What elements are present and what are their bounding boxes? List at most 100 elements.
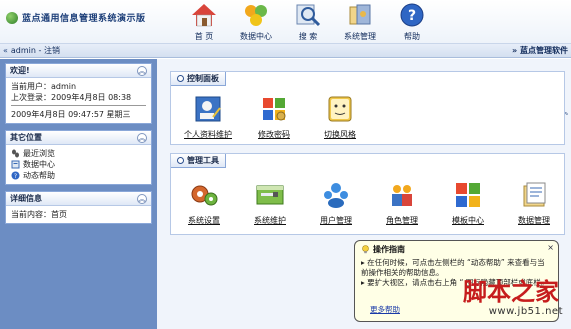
welcome-body: 当前用户：admin 上次登录：2009年4月8日 08:38 2009年4月8… bbox=[6, 78, 151, 123]
system-admin-icon bbox=[349, 4, 371, 25]
tooltip-line-1: ▸ 在任何时候，可点击左侧栏的 “动态帮助” 来查看与当前操作相关的帮助信息。 bbox=[361, 258, 545, 277]
collapse-up-icon[interactable]: ︽ bbox=[137, 132, 147, 143]
roles-icon bbox=[392, 185, 412, 206]
svg-text:?: ? bbox=[14, 173, 17, 180]
tooltip-header: 操作指南 bbox=[361, 244, 552, 255]
current-user: 当前用户：admin bbox=[11, 82, 77, 91]
section-bullet-icon bbox=[177, 75, 184, 82]
nav-search-label: 搜 索 bbox=[298, 32, 318, 41]
other-locations-panel: 其它位置 ︽ 最近浏览 数据中心 ? 动态帮助 bbox=[5, 130, 152, 185]
tile-system-settings[interactable]: 系统设置 bbox=[171, 180, 237, 226]
tooltip-title: 操作指南 bbox=[373, 245, 405, 254]
other-locations-title: 其它位置 bbox=[10, 133, 42, 142]
tile-label: 角色管理 bbox=[386, 216, 418, 225]
tile-template-center[interactable]: 模板中心 bbox=[435, 180, 501, 226]
close-icon[interactable]: × bbox=[547, 243, 554, 252]
users-icon bbox=[324, 183, 348, 208]
more-help-link[interactable]: 更多帮助 bbox=[370, 304, 400, 315]
nav-system-admin[interactable]: 系统管理 bbox=[334, 2, 386, 42]
data-manage-icon bbox=[523, 182, 546, 207]
tile-data-management[interactable]: 数据管理 bbox=[501, 180, 567, 226]
app-title: 蓝点通用信息管理系统演示版 bbox=[22, 14, 146, 24]
top-navigation: 首 页 数据中心 搜 索 系统管理 ? 帮助 bbox=[178, 2, 438, 42]
welcome-panel-header: 欢迎! ︽ bbox=[6, 64, 151, 78]
search-icon bbox=[296, 4, 321, 27]
tile-label: 个人资料维护 bbox=[184, 130, 232, 139]
tile-label: 用户管理 bbox=[320, 216, 352, 225]
data-icon bbox=[11, 160, 20, 169]
collapse-sidebar-icon[interactable]: « bbox=[3, 46, 8, 55]
detail-title: 详细信息 bbox=[10, 194, 42, 203]
operation-guide-tooltip: 操作指南 × ▸ 在任何时候，可点击左侧栏的 “动态帮助” 来查看与当前操作相关… bbox=[354, 240, 559, 322]
tile-profile[interactable]: 个人资料维护 bbox=[175, 94, 241, 140]
lightbulb-icon bbox=[362, 245, 369, 254]
control-panel-tiles: 个人资料维护 修改密码 切换风格 bbox=[175, 94, 373, 140]
nav-data-center-label: 数据中心 bbox=[240, 32, 272, 41]
top-banner: 蓝点通用信息管理系统演示版 首 页 数据中心 搜 索 系统管理 ? 帮助 bbox=[0, 0, 571, 44]
password-icon bbox=[263, 98, 286, 121]
admin-tools-card: 管理工具 系统设置 系统维护 用户管理 角色管理 模板中心 数据管理 bbox=[170, 153, 565, 235]
help-icon: ? bbox=[400, 3, 424, 27]
profile-icon bbox=[195, 96, 221, 122]
tile-switch-style[interactable]: 切换风格 bbox=[307, 94, 373, 140]
sidebar-item-label: 最近浏览 bbox=[23, 149, 55, 158]
welcome-panel: 欢迎! ︽ 当前用户：admin 上次登录：2009年4月8日 08:38 20… bbox=[5, 63, 152, 124]
section-bullet-icon bbox=[177, 157, 184, 164]
other-locations-header: 其它位置 ︽ bbox=[6, 131, 151, 145]
control-panel-title: 控制面板 bbox=[187, 74, 219, 83]
collapse-up-icon[interactable]: ︽ bbox=[137, 65, 147, 76]
tile-label: 系统维护 bbox=[254, 216, 286, 225]
tile-label: 数据管理 bbox=[518, 216, 550, 225]
detail-panel: 详细信息 ︽ 当前内容：首页 bbox=[5, 191, 152, 224]
tooltip-body: ▸ 在任何时候，可点击左侧栏的 “动态帮助” 来查看与当前操作相关的帮助信息。 … bbox=[361, 258, 552, 288]
detail-body: 当前内容：首页 bbox=[6, 206, 151, 223]
sidebar-item-data-center[interactable]: 数据中心 bbox=[11, 159, 146, 170]
nav-help-label: 帮助 bbox=[404, 32, 420, 41]
sidebar-item-recent[interactable]: 最近浏览 bbox=[11, 148, 146, 159]
other-locations-body: 最近浏览 数据中心 ? 动态帮助 bbox=[6, 145, 151, 184]
sidebar-item-label: 动态帮助 bbox=[23, 171, 55, 180]
nav-data-center[interactable]: 数据中心 bbox=[230, 2, 282, 42]
tile-role-management[interactable]: 角色管理 bbox=[369, 180, 435, 226]
tile-system-maintenance[interactable]: 系统维护 bbox=[237, 180, 303, 226]
brand-label: 蓝点管理软件 bbox=[520, 46, 568, 55]
nav-home[interactable]: 首 页 bbox=[178, 2, 230, 42]
admin-tools-header: 管理工具 bbox=[171, 154, 226, 168]
detail-panel-header: 详细信息 ︽ bbox=[6, 192, 151, 206]
tile-label: 模板中心 bbox=[452, 216, 484, 225]
nav-system-admin-label: 系统管理 bbox=[344, 32, 376, 41]
brand-link[interactable]: » 蓝点管理软件 bbox=[512, 45, 568, 56]
tile-label: 系统设置 bbox=[188, 216, 220, 225]
settings-icon bbox=[191, 185, 218, 206]
tile-label: 修改密码 bbox=[258, 130, 290, 139]
nav-home-label: 首 页 bbox=[194, 32, 214, 41]
logo-icon bbox=[6, 11, 18, 24]
control-panel-header: 控制面板 bbox=[171, 72, 226, 86]
nav-help[interactable]: ? 帮助 bbox=[386, 2, 438, 42]
user-logout-link[interactable]: admin - 注销 bbox=[11, 45, 60, 56]
tile-user-management[interactable]: 用户管理 bbox=[303, 180, 369, 226]
sidebar: 欢迎! ︽ 当前用户：admin 上次登录：2009年4月8日 08:38 20… bbox=[0, 59, 157, 329]
current-datetime: 2009年4月8日 09:47:57 星期三 bbox=[11, 110, 131, 119]
svg-text:?: ? bbox=[408, 8, 416, 24]
help-icon: ? bbox=[11, 171, 20, 180]
data-center-icon bbox=[245, 5, 267, 26]
tile-label: 切换风格 bbox=[324, 130, 356, 139]
divider bbox=[11, 105, 146, 106]
admin-tools-tiles: 系统设置 系统维护 用户管理 角色管理 模板中心 数据管理 bbox=[171, 180, 567, 226]
collapse-up-icon[interactable]: ︽ bbox=[137, 193, 147, 204]
tile-password[interactable]: 修改密码 bbox=[241, 94, 307, 140]
nav-search[interactable]: 搜 索 bbox=[282, 2, 334, 42]
tooltip-line-2: ▸ 要扩大视区，请点击右上角 “ 图标隐藏顶部栏或底栏。 bbox=[361, 278, 549, 287]
sidebar-item-dynamic-help[interactable]: ? 动态帮助 bbox=[11, 170, 146, 181]
maintenance-icon bbox=[256, 185, 284, 205]
app-logo: 蓝点通用信息管理系统演示版 bbox=[6, 11, 146, 24]
admin-tools-title: 管理工具 bbox=[187, 156, 219, 165]
style-icon bbox=[328, 96, 352, 122]
welcome-title: 欢迎! bbox=[10, 66, 30, 75]
home-icon bbox=[192, 4, 216, 27]
sidebar-item-label: 数据中心 bbox=[23, 160, 55, 169]
user-strip: « admin - 注销 » 蓝点管理软件 bbox=[0, 44, 571, 58]
footprints-icon bbox=[12, 149, 19, 158]
current-content: 当前内容：首页 bbox=[11, 210, 67, 219]
